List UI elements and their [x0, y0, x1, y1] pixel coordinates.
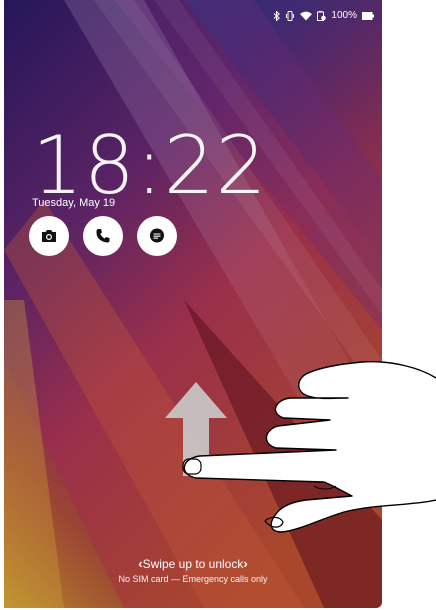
hand-gesture-icon: [182, 360, 436, 533]
